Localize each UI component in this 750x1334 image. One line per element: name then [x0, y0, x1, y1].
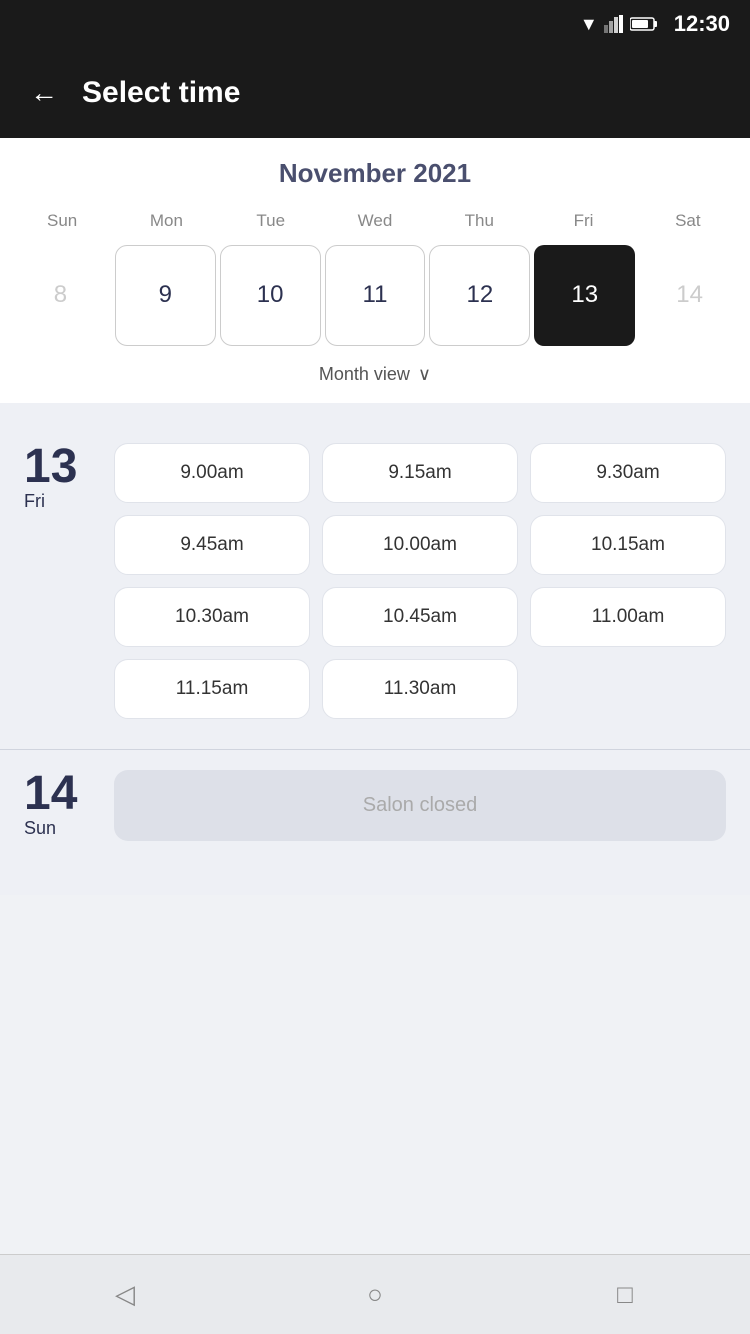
battery-icon [630, 16, 658, 32]
day-header-sun: Sun [10, 205, 114, 237]
day-14-label: 14 Sun [24, 770, 104, 839]
header: ← Select time [0, 48, 750, 138]
day-header-tue: Tue [219, 205, 323, 237]
day-header-wed: Wed [323, 205, 427, 237]
nav-back-button[interactable]: ◁ [100, 1270, 150, 1320]
chevron-down-icon: ∨ [418, 364, 431, 385]
timeslot-1000am[interactable]: 10.00am [322, 515, 518, 575]
wifi-icon: ▼ [580, 14, 598, 35]
timeslot-930am[interactable]: 9.30am [530, 443, 726, 503]
day-13-time-grid: 9.00am 9.15am 9.30am 9.45am 10.00am 10.1… [114, 443, 726, 719]
cal-day-8[interactable]: 8 [10, 245, 111, 346]
day-14-section: 14 Sun Salon closed [0, 749, 750, 875]
cal-day-13[interactable]: 13 [534, 245, 635, 346]
timeslot-1130am[interactable]: 11.30am [322, 659, 518, 719]
calendar-section: November 2021 Sun Mon Tue Wed Thu Fri Sa… [0, 138, 750, 403]
timeslot-1045am[interactable]: 10.45am [322, 587, 518, 647]
day-13-section: 13 Fri 9.00am 9.15am 9.30am 9.45am 10.00… [0, 423, 750, 739]
timeslot-915am[interactable]: 9.15am [322, 443, 518, 503]
day-13-label: 13 Fri [24, 443, 104, 512]
page-title: Select time [82, 76, 240, 110]
status-time: 12:30 [674, 11, 730, 37]
timeslot-1015am[interactable]: 10.15am [530, 515, 726, 575]
day-header-thu: Thu [427, 205, 531, 237]
timeslot-945am[interactable]: 9.45am [114, 515, 310, 575]
cal-day-14[interactable]: 14 [639, 245, 740, 346]
week-row: 8 9 10 11 12 13 14 [0, 237, 750, 354]
cal-day-11[interactable]: 11 [325, 245, 426, 346]
salon-closed-label: Salon closed [114, 770, 726, 841]
day-header-fri: Fri [531, 205, 635, 237]
month-year-label: November 2021 [0, 158, 750, 189]
back-button[interactable]: ← [30, 77, 58, 109]
timeslot-1115am[interactable]: 11.15am [114, 659, 310, 719]
month-view-label: Month view [319, 364, 410, 385]
cal-day-12[interactable]: 12 [429, 245, 530, 346]
day-header-mon: Mon [114, 205, 218, 237]
nav-recent-button[interactable]: □ [600, 1270, 650, 1320]
timeslots-area: 13 Fri 9.00am 9.15am 9.30am 9.45am 10.00… [0, 403, 750, 895]
status-bar: ▼ 12:30 [0, 0, 750, 48]
timeslot-1030am[interactable]: 10.30am [114, 587, 310, 647]
bottom-nav: ◁ ○ □ [0, 1254, 750, 1334]
timeslot-900am[interactable]: 9.00am [114, 443, 310, 503]
cal-day-10[interactable]: 10 [220, 245, 321, 346]
timeslot-1100am[interactable]: 11.00am [530, 587, 726, 647]
day-14-name: Sun [24, 818, 56, 839]
signal-icon [604, 15, 624, 33]
day-13-name: Fri [24, 491, 45, 512]
cal-day-9[interactable]: 9 [115, 245, 216, 346]
nav-home-button[interactable]: ○ [350, 1270, 400, 1320]
status-icons: ▼ [580, 14, 658, 35]
day-14-number: 14 [24, 770, 77, 818]
day-header-sat: Sat [636, 205, 740, 237]
day-13-number: 13 [24, 443, 77, 491]
month-view-toggle[interactable]: Month view ∨ [0, 354, 750, 403]
day-headers: Sun Mon Tue Wed Thu Fri Sat [0, 205, 750, 237]
